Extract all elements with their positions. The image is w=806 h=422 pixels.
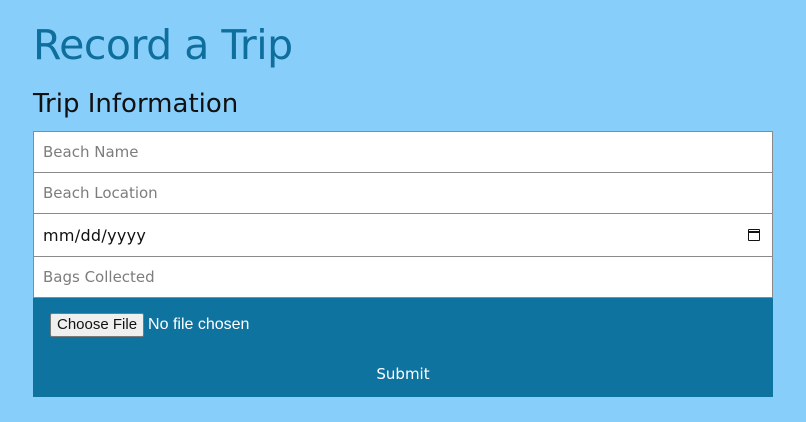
trip-form: Beach Name Beach Location mm/dd/yyyy Bag… — [33, 131, 773, 397]
upload-panel: Choose File No file chosen Submit — [33, 298, 773, 397]
page: Record a Trip Trip Information Beach Nam… — [0, 0, 806, 422]
bags-collected-placeholder: Bags Collected — [43, 268, 155, 286]
section-title: Trip Information — [33, 89, 239, 119]
file-input: Choose File No file chosen — [50, 313, 249, 337]
beach-location-placeholder: Beach Location — [43, 184, 158, 202]
bags-collected-input[interactable]: Bags Collected — [33, 256, 773, 298]
date-input[interactable]: mm/dd/yyyy — [33, 213, 773, 257]
date-display: mm/dd/yyyy — [43, 225, 147, 245]
file-status: No file chosen — [148, 316, 250, 333]
beach-name-input[interactable]: Beach Name — [33, 131, 773, 173]
submit-button[interactable]: Submit — [313, 356, 493, 392]
beach-name-placeholder: Beach Name — [43, 143, 139, 161]
beach-location-input[interactable]: Beach Location — [33, 172, 773, 214]
calendar-icon[interactable] — [748, 229, 760, 241]
choose-file-button[interactable]: Choose File — [50, 313, 145, 337]
page-title: Record a Trip — [33, 21, 293, 69]
